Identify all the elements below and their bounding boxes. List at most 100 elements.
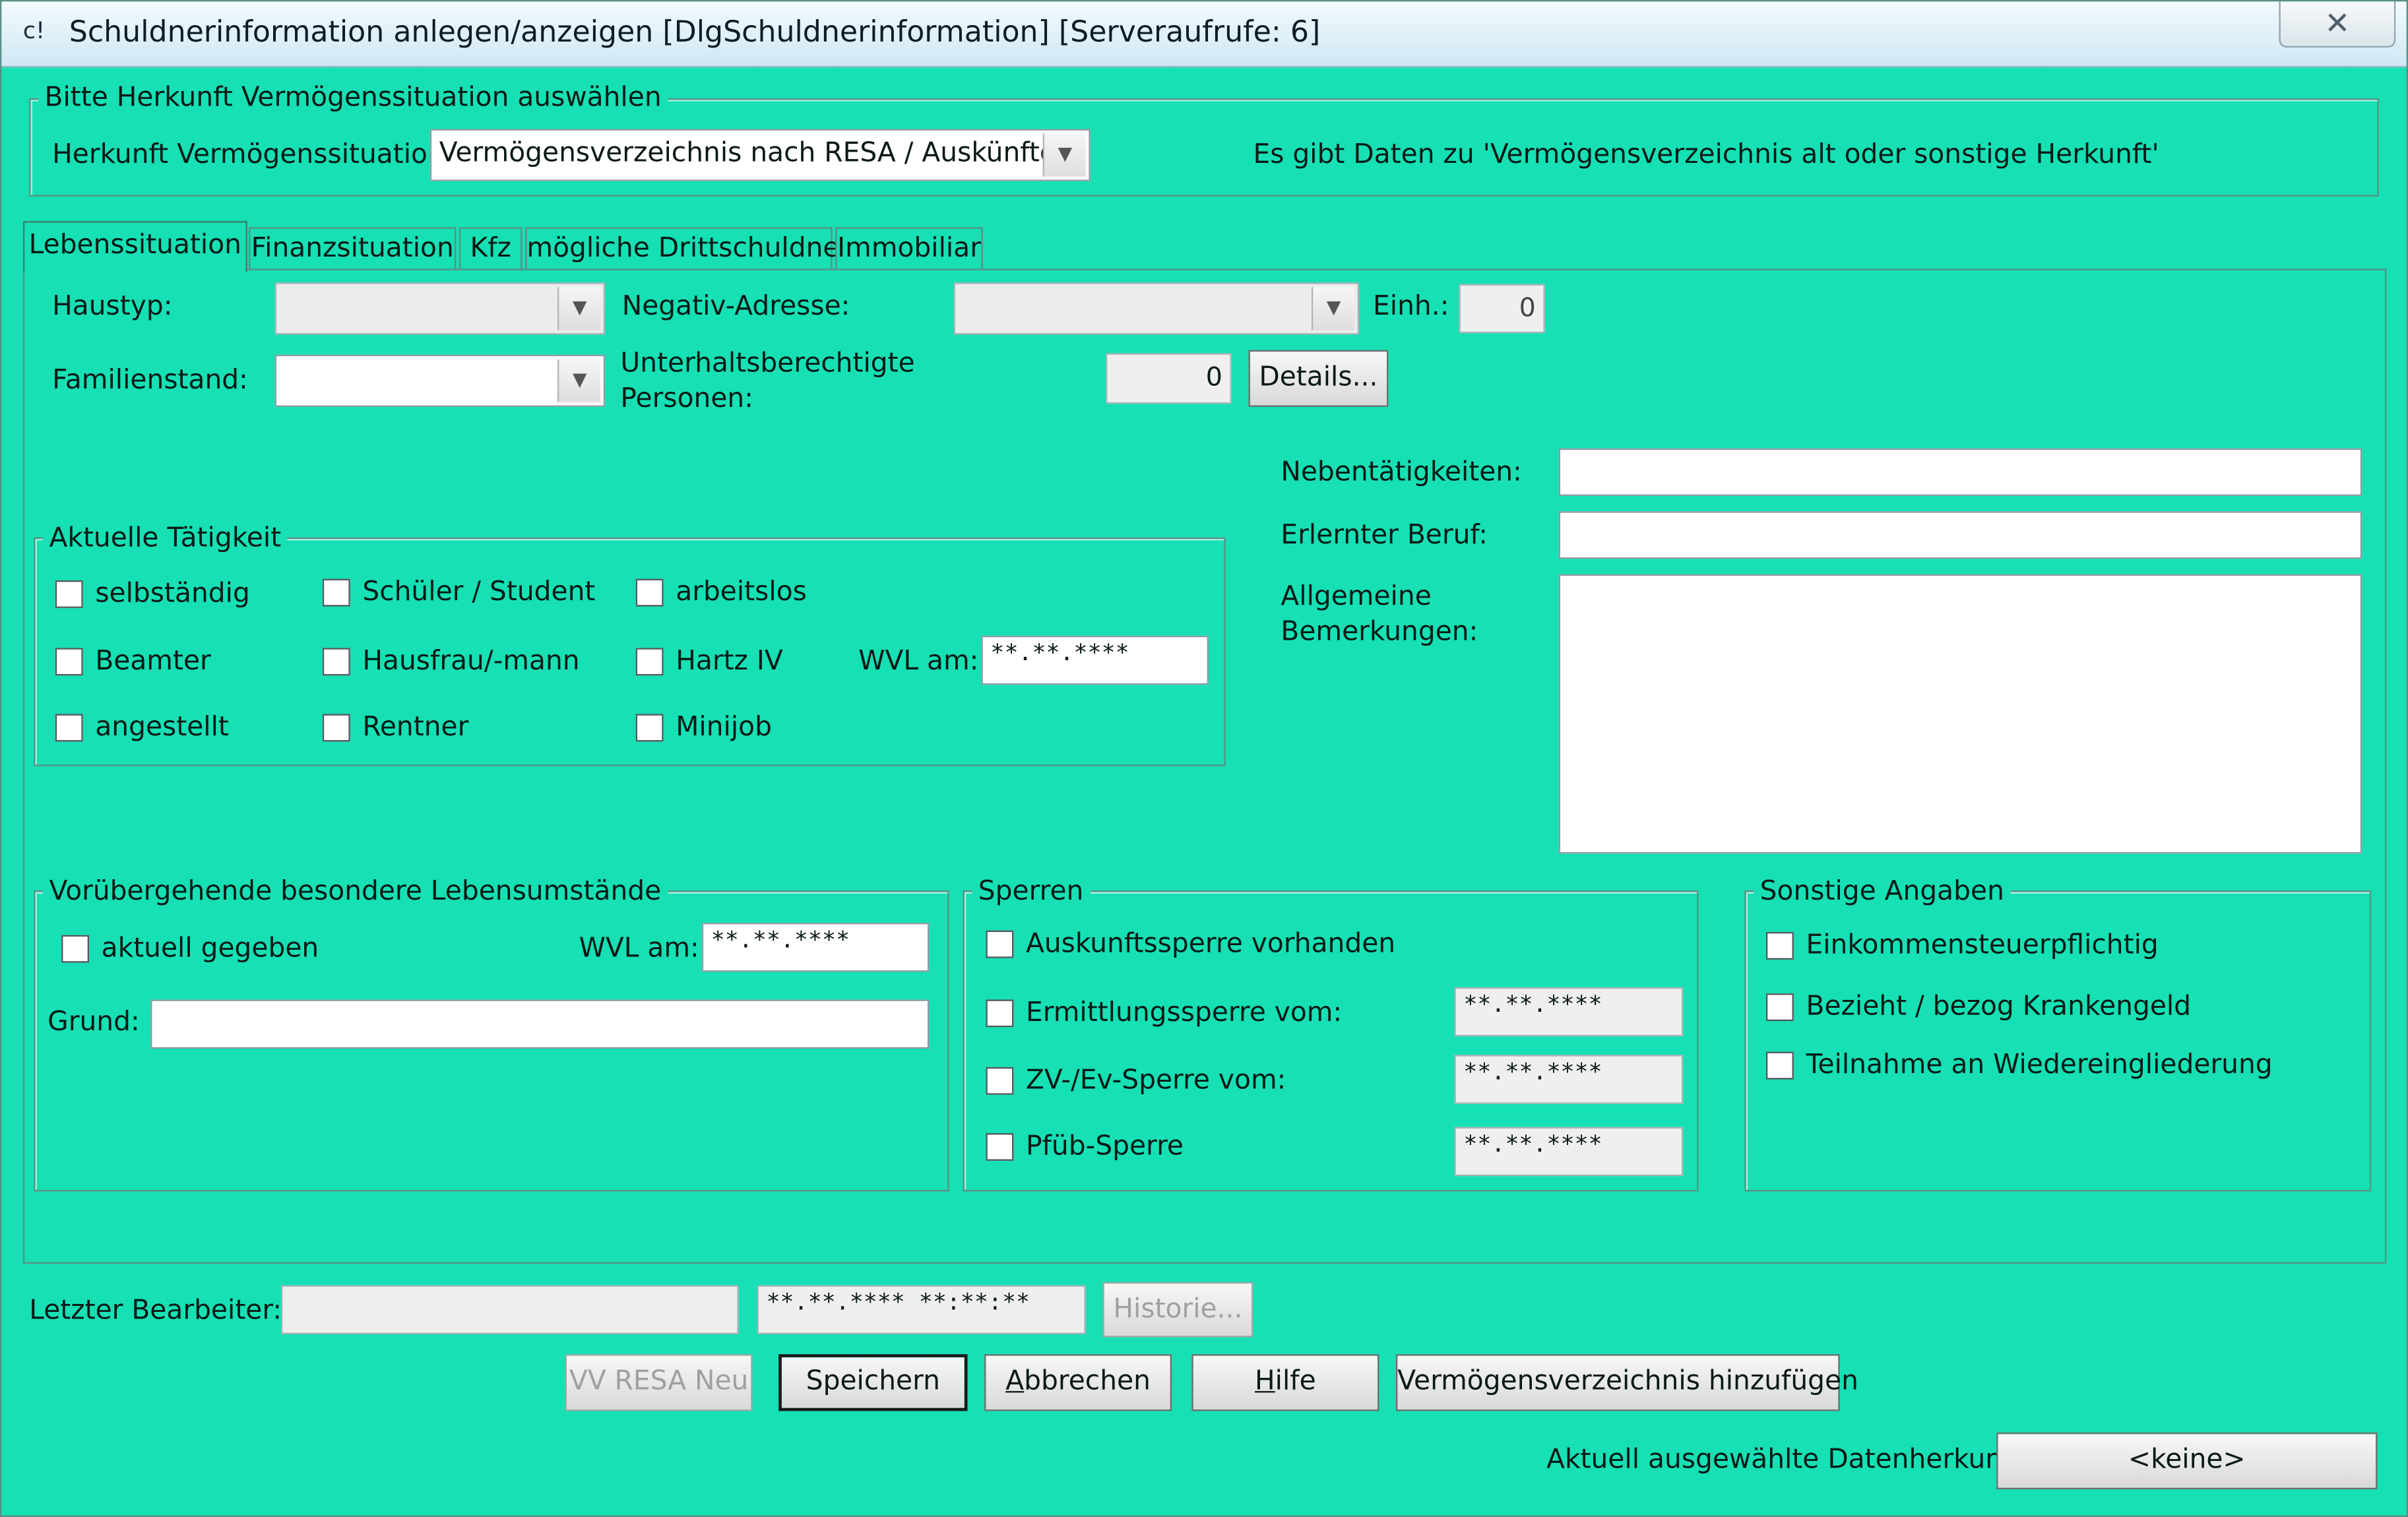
checkbox-minijob[interactable] [635,714,664,742]
umstaende-wvl-field[interactable]: **.**.**** [701,923,930,972]
tab-finanzsituation[interactable]: Finanzsituation [249,227,457,270]
checkbox-ermittlungssperre[interactable] [986,999,1014,1028]
speichern-button[interactable]: Speichern [778,1354,968,1411]
vermoegensverzeichnis-hinzufuegen-button[interactable]: Vermögensverzeichnis hinzufügen [1395,1354,1858,1411]
bemerkungen-label-line2: Bemerkungen: [1281,617,1478,648]
checkbox-zv-ev-sperre[interactable] [986,1067,1014,1095]
unterhalt-label-line1: Unterhaltsberechtigte [620,348,915,379]
umstaende-wvl-label: WVL am: [579,933,699,964]
sperren-group-legend: Sperren [972,877,1090,908]
bearbeitungszeitpunkt-field[interactable]: **.**.**** **:**:** [757,1285,1086,1334]
taetigkeit-wvl-field[interactable]: **.**.**** [981,635,1209,685]
bemerkungen-textarea[interactable] [1558,574,2362,854]
checkbox-arbeitslos[interactable] [635,578,664,607]
erlernter-beruf-label: Erlernter Beruf: [1281,520,1488,551]
chevron-down-icon[interactable]: ▼ [557,359,601,402]
dialog-window: c! Schuldnerinformation anlegen/anzeigen… [0,0,2408,1517]
grund-label: Grund: [48,1007,140,1038]
details-button[interactable]: Details... [1248,350,1389,407]
hilfe-mnemonic: H [1254,1366,1275,1398]
zv-ev-sperre-date-field[interactable]: **.**.**** [1454,1055,1684,1104]
nebentaetigkeiten-label: Nebentätigkeiten: [1281,457,1522,489]
negativ-adresse-select[interactable]: ▼ [953,282,1360,335]
checkbox-wiedereingliederung[interactable] [1765,1051,1794,1080]
abbrechen-label-rest: bbrechen [1024,1366,1151,1398]
letzter-bearbeiter-field[interactable] [280,1285,739,1334]
wiedereingliederung-label: Teilnahme an Wiedereingliederung [1806,1050,2273,1081]
einh-field[interactable]: 0 [1459,284,1545,334]
minijob-label: Minijob [676,712,772,743]
einkommensteuerpflichtig-label: Einkommensteuerpflichtig [1806,930,2159,962]
unterhalt-label-line2: Personen: [620,383,753,415]
pfueb-sperre-date-field[interactable]: **.**.**** [1454,1127,1684,1177]
herkunft-info: Es gibt Daten zu 'Vermögensverzeichnis a… [1253,139,2159,171]
selbstaendig-label: selbständig [95,578,250,610]
auskunftssperre-label: Auskunftssperre vorhanden [1025,929,1396,960]
checkbox-rentner[interactable] [322,714,350,742]
bemerkungen-label-line1: Allgemeine [1281,582,1432,613]
hilfe-label-rest: ilfe [1275,1366,1316,1398]
hartz-iv-label: Hartz IV [676,646,783,677]
schueler-student-label: Schüler / Student [362,577,596,608]
letzter-bearbeiter-label: Letzter Bearbeiter: [29,1295,282,1327]
unterhalt-field[interactable]: 0 [1106,353,1232,404]
beamter-label: Beamter [95,646,211,677]
krankengeld-label: Bezieht / bezog Krankengeld [1806,991,2192,1023]
checkbox-angestellt[interactable] [55,714,83,742]
checkbox-krankengeld[interactable] [1765,993,1794,1022]
vv-resa-neu-button[interactable]: VV RESA Neu [565,1354,753,1411]
checkbox-auskunftssperre[interactable] [986,930,1014,958]
abbrechen-button[interactable]: Abbrechen [984,1354,1172,1411]
arbeitslos-label: arbeitslos [676,577,807,608]
abbrechen-mnemonic: A [1005,1366,1025,1398]
checkbox-hausfrau-mann[interactable] [322,648,350,676]
negativ-adresse-label: Negativ-Adresse: [621,292,850,323]
familienstand-label: Familienstand: [52,365,248,396]
checkbox-hartz-iv[interactable] [635,648,664,676]
chevron-down-icon[interactable]: ▼ [557,287,601,330]
close-button[interactable]: ✕ [2279,1,2396,48]
title-bar[interactable]: c! Schuldnerinformation anlegen/anzeigen… [1,1,2407,68]
datenherkunft-label: Aktuell ausgewählte Datenherkunft: [1546,1444,2031,1476]
app-icon: c! [22,16,46,45]
ermittlungssperre-label: Ermittlungssperre vom: [1025,998,1343,1029]
checkbox-einkommensteuerpflichtig[interactable] [1765,932,1794,960]
angestellt-label: angestellt [95,712,229,743]
herkunft-label: Herkunft Vermögenssituation: [52,139,454,171]
tab-immobiliar[interactable]: Immobiliar [835,227,983,270]
grund-field[interactable] [150,999,930,1049]
familienstand-select[interactable]: ▼ [274,354,606,407]
taetigkeit-group-legend: Aktuelle Tätigkeit [43,523,288,555]
rentner-label: Rentner [362,712,469,743]
pfueb-sperre-label: Pfüb-Sperre [1025,1131,1184,1163]
tab-moegliche-drittschuldner[interactable]: mögliche Drittschuldner [525,227,850,270]
haustyp-select[interactable]: ▼ [274,282,606,335]
herkunft-group-legend: Bitte Herkunft Vermögenssituation auswäh… [38,82,668,114]
chevron-down-icon[interactable]: ▼ [1042,133,1086,177]
taetigkeit-wvl-label: WVL am: [858,646,979,677]
zv-ev-sperre-label: ZV-/Ev-Sperre vom: [1025,1065,1286,1097]
umstaende-group-legend: Vorübergehende besondere Lebensumstände [43,877,668,908]
datenherkunft-button[interactable]: <keine> [1996,1432,2378,1490]
nebentaetigkeiten-field[interactable] [1558,448,2362,496]
screen: c! Schuldnerinformation anlegen/anzeigen… [0,0,2408,1517]
checkbox-beamter[interactable] [55,648,83,676]
checkbox-aktuell-gegeben[interactable] [61,935,90,963]
erlernter-beruf-field[interactable] [1558,511,2362,559]
hausfrau-mann-label: Hausfrau/-mann [362,646,580,677]
hilfe-button[interactable]: Hilfe [1191,1354,1379,1411]
historie-button[interactable]: Historie... [1102,1282,1253,1338]
checkbox-selbstaendig[interactable] [55,580,83,608]
chevron-down-icon[interactable]: ▼ [1311,287,1355,330]
window-title: Schuldnerinformation anlegen/anzeigen [D… [69,15,1321,49]
checkbox-schueler-student[interactable] [322,578,350,607]
sonstige-group-legend: Sonstige Angaben [1754,877,2011,908]
herkunft-select-value: Vermögensverzeichnis nach RESA / Auskünf… [439,138,1082,170]
tab-kfz[interactable]: Kfz [459,227,523,270]
checkbox-pfueb-sperre[interactable] [986,1132,1014,1161]
aktuell-gegeben-label: aktuell gegeben [101,933,319,964]
einh-label: Einh.: [1373,292,1449,323]
tab-lebenssituation[interactable]: Lebenssituation [22,221,247,272]
herkunft-select[interactable]: Vermögensverzeichnis nach RESA / Auskünf… [429,129,1091,181]
ermittlungssperre-date-field[interactable]: **.**.**** [1454,987,1684,1037]
